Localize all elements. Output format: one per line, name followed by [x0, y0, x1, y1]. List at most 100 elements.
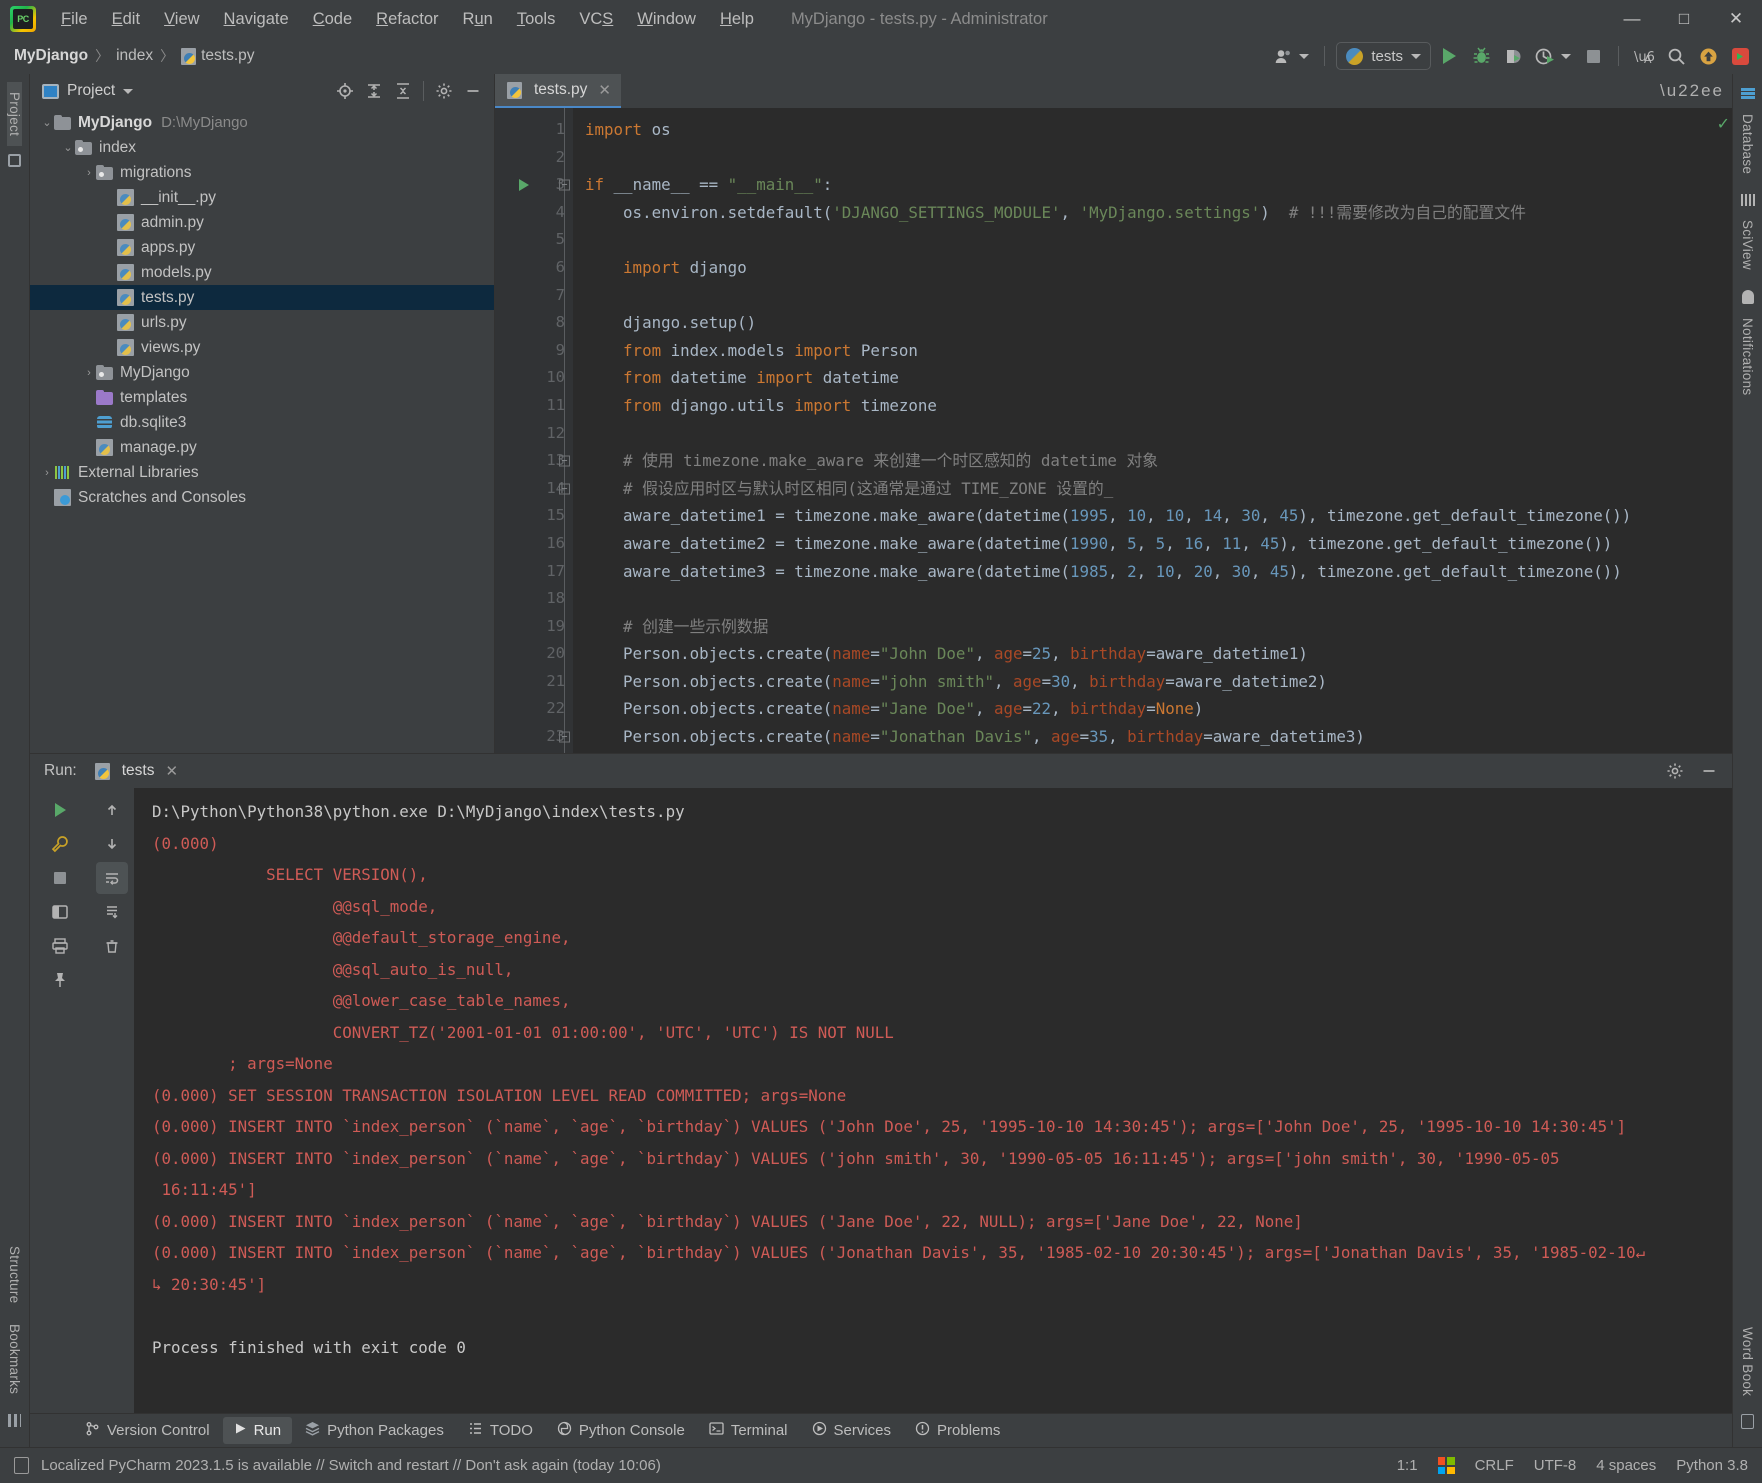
- stop-button[interactable]: [1579, 42, 1607, 70]
- code-line-23[interactable]: Person.objects.create(name="Jonathan Dav…: [585, 723, 1732, 751]
- menu-code[interactable]: Code: [302, 6, 363, 33]
- project-tree[interactable]: ⌄ MyDjango D:\MyDjango ⌄ index › migrations __i…: [30, 108, 494, 753]
- gutter-line-15[interactable]: 15: [495, 502, 573, 530]
- gutter-line-11[interactable]: 11: [495, 392, 573, 420]
- gutter-line-6[interactable]: 6: [495, 254, 573, 282]
- clear-all-icon[interactable]: [96, 930, 128, 962]
- gutter-line-23[interactable]: 23−: [495, 723, 573, 751]
- editor-code[interactable]: import os if __name__ == "__main__": os.…: [573, 108, 1732, 753]
- line-separator[interactable]: CRLF: [1475, 1457, 1514, 1474]
- menu-edit[interactable]: Edit: [101, 6, 151, 33]
- bottom-tab-terminal[interactable]: Terminal: [698, 1416, 799, 1445]
- code-line-13[interactable]: # 使用 timezone.make_aware 来创建一个时区感知的 date…: [585, 447, 1732, 475]
- tree-item-admin-py[interactable]: admin.py: [30, 210, 494, 235]
- gutter-line-13[interactable]: 13−: [495, 447, 573, 475]
- minimize-button[interactable]: —: [1606, 0, 1658, 38]
- tree-item-migrations[interactable]: › migrations: [30, 160, 494, 185]
- code-line-16[interactable]: aware_datetime2 = timezone.make_aware(da…: [585, 530, 1732, 558]
- bottom-tab-version-control[interactable]: Version Control: [74, 1416, 221, 1445]
- gutter-line-14[interactable]: 14−: [495, 475, 573, 503]
- pin-icon[interactable]: [44, 964, 76, 996]
- print-icon[interactable]: [44, 930, 76, 962]
- more-options-icon[interactable]: \u22ee: [1660, 81, 1724, 101]
- rail-item-word-book[interactable]: Word Book: [1740, 1317, 1755, 1406]
- tree-item-db-sqlite3[interactable]: db.sqlite3: [30, 410, 494, 435]
- code-line-10[interactable]: from datetime import datetime: [585, 364, 1732, 392]
- code-line-17[interactable]: aware_datetime3 = timezone.make_aware(da…: [585, 558, 1732, 586]
- down-stack-icon[interactable]: [96, 828, 128, 860]
- close-icon[interactable]: ✕: [598, 81, 611, 99]
- bottom-tab-todo[interactable]: TODO: [457, 1416, 544, 1445]
- code-line-20[interactable]: Person.objects.create(name="John Doe", a…: [585, 640, 1732, 668]
- up-stack-icon[interactable]: [96, 794, 128, 826]
- update-available-icon[interactable]: [1694, 42, 1722, 70]
- fold-icon[interactable]: −: [559, 455, 570, 467]
- tree-item-external-libraries[interactable]: › External Libraries: [30, 460, 494, 485]
- menu-help[interactable]: Help: [709, 6, 765, 33]
- gutter-line-16[interactable]: 16: [495, 530, 573, 558]
- run-line-icon[interactable]: [519, 178, 529, 191]
- tree-item-mydjango[interactable]: › MyDjango: [30, 360, 494, 385]
- run-configuration-selector[interactable]: tests: [1336, 42, 1431, 70]
- tree-item--init-py[interactable]: __init__.py: [30, 185, 494, 210]
- tree-item-tests-py[interactable]: tests.py: [30, 285, 494, 310]
- fold-icon[interactable]: −: [559, 179, 570, 191]
- code-line-1[interactable]: import os: [585, 116, 1732, 144]
- code-line-22[interactable]: Person.objects.create(name="Jane Doe", a…: [585, 695, 1732, 723]
- gutter-line-7[interactable]: 7: [495, 282, 573, 310]
- chevron-down-icon[interactable]: [123, 88, 134, 94]
- rail-item-project[interactable]: Project: [7, 82, 22, 147]
- tree-item-views-py[interactable]: views.py: [30, 335, 494, 360]
- gutter-line-3[interactable]: 3−: [495, 171, 573, 199]
- bottom-tab-python-packages[interactable]: Python Packages: [294, 1416, 455, 1445]
- menu-view[interactable]: View: [153, 6, 210, 33]
- debug-button[interactable]: [1467, 42, 1495, 70]
- gutter-line-20[interactable]: 20: [495, 640, 573, 668]
- tree-item-mydjango[interactable]: ⌄ MyDjango D:\MyDjango: [30, 110, 494, 135]
- expand-all-icon[interactable]: [361, 78, 387, 104]
- bottom-tab-run[interactable]: Run: [222, 1417, 293, 1444]
- code-line-6[interactable]: import django: [585, 254, 1732, 282]
- inspection-status-icon[interactable]: ✓: [1717, 114, 1730, 134]
- settings-icon[interactable]: [1662, 758, 1688, 784]
- editor-gutter[interactable]: 1 2 3−4 5 6 7 8 9 10 11 12 13−14−15 16 17 18 19 20 21 22 23…: [495, 108, 573, 753]
- notification-icon[interactable]: [14, 1457, 29, 1474]
- breadcrumb-folder[interactable]: index: [116, 47, 153, 65]
- gutter-line-10[interactable]: 10: [495, 364, 573, 392]
- run-tab-tests[interactable]: tests ✕: [87, 759, 186, 783]
- wrench-icon[interactable]: [44, 828, 76, 860]
- python-interpreter[interactable]: Python 3.8: [1676, 1457, 1748, 1474]
- caret-position[interactable]: 1:1: [1397, 1457, 1418, 1474]
- gutter-line-9[interactable]: 9: [495, 337, 573, 365]
- code-line-19[interactable]: # 创建一些示例数据: [585, 613, 1732, 641]
- breadcrumb-project[interactable]: MyDjango: [14, 47, 88, 65]
- bottom-tab-python-console[interactable]: Python Console: [546, 1416, 696, 1445]
- gutter-line-21[interactable]: 21: [495, 668, 573, 696]
- tree-item-scratches-and-consoles[interactable]: Scratches and Consoles: [30, 485, 494, 510]
- scroll-to-end-icon[interactable]: [96, 896, 128, 928]
- code-line-21[interactable]: Person.objects.create(name="john smith",…: [585, 668, 1732, 696]
- chevron-down-icon[interactable]: ⌄: [40, 116, 54, 129]
- maximize-button[interactable]: □: [1658, 0, 1710, 38]
- editor-tab-tests-py[interactable]: tests.py ✕: [495, 74, 621, 108]
- gutter-line-17[interactable]: 17: [495, 558, 573, 586]
- gutter-line-22[interactable]: 22: [495, 695, 573, 723]
- chevron-down-icon[interactable]: ⌄: [61, 141, 75, 154]
- rail-item-notifications[interactable]: Notifications: [1740, 308, 1755, 405]
- ide-icon[interactable]: [1726, 42, 1754, 70]
- hide-panel-icon[interactable]: [460, 78, 486, 104]
- restore-layout-icon[interactable]: [44, 896, 76, 928]
- tree-item-manage-py[interactable]: manage.py: [30, 435, 494, 460]
- tree-item-apps-py[interactable]: apps.py: [30, 235, 494, 260]
- code-line-7[interactable]: [585, 282, 1732, 310]
- code-line-11[interactable]: from django.utils import timezone: [585, 392, 1732, 420]
- rail-item-database[interactable]: Database: [1740, 104, 1755, 184]
- gutter-line-2[interactable]: 2: [495, 144, 573, 172]
- menu-tools[interactable]: Tools: [506, 6, 567, 33]
- tree-item-templates[interactable]: templates: [30, 385, 494, 410]
- select-opened-file-icon[interactable]: [332, 78, 358, 104]
- menu-vcs[interactable]: VCS: [568, 6, 624, 33]
- collapse-all-icon[interactable]: [390, 78, 416, 104]
- chevron-right-icon[interactable]: ›: [82, 167, 96, 179]
- settings-icon[interactable]: [431, 78, 457, 104]
